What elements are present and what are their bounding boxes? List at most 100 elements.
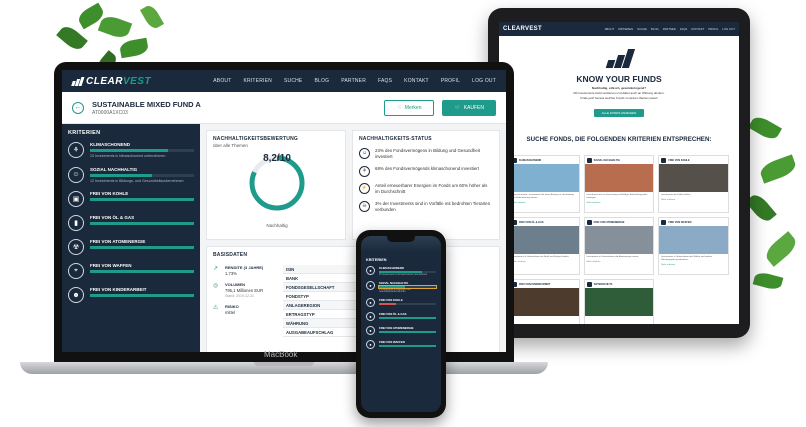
phone-criteria-icon: ● xyxy=(366,281,375,290)
phone-criteria-bar xyxy=(379,345,436,347)
criteria-card[interactable]: SOZIAL NACHHALTIG Investments die zur Err… xyxy=(583,155,655,213)
tablet-nav-item[interactable]: KONTAKT xyxy=(691,27,704,31)
phone-criteria-item[interactable]: ● SOZIAL NACHHALTIG 3 Investments in Bildu… xyxy=(361,281,441,293)
card-more-link[interactable]: Mehr erfahren xyxy=(659,199,728,201)
card-more-link[interactable]: Mehr erfahren xyxy=(585,202,654,204)
criteria-name: KLIMASCHONEND xyxy=(90,142,130,147)
criteria-card[interactable]: FREI VON ATOMENERGIE Investments in Unter… xyxy=(583,217,655,275)
rating-value: 8,2/10 xyxy=(263,153,291,164)
tablet-nav-item[interactable]: FAQS xyxy=(680,27,687,31)
card-header: FREI VON KINDERARBEIT xyxy=(510,280,579,288)
tablet-nav-item[interactable]: BLOG xyxy=(651,27,659,31)
phone-criteria-body: FREI VON WAFFEN xyxy=(379,340,436,349)
card-text xyxy=(510,316,579,320)
card-text xyxy=(585,316,654,320)
criteria-card[interactable]: ARTENSCHUTZ xyxy=(583,279,655,324)
criteria-card[interactable]: FREI VON KOHLE Investments die Kohle förd… xyxy=(658,155,729,213)
criteria-body: FREI VON KOHLE xyxy=(90,191,194,207)
criteria-card[interactable]: FREI VON ÖL & GAS Investments in Unterneh… xyxy=(509,217,580,275)
show-all-funds-button[interactable]: ALLE FONDS ANZEIGEN xyxy=(593,108,645,117)
laptop-navbar: CLEARVEST ABOUT KRITERIEN SUCHE BLOG PARTNER… xyxy=(62,70,506,92)
phone-device: KRITERIEN ● KLIMASCHONEND 23 Investments i… xyxy=(356,230,446,418)
criteria-item[interactable]: ☺ SOZIAL NACHHALTIG 12 Investments in Bild… xyxy=(68,166,194,184)
criteria-item[interactable]: ☻ FREI VON KINDERARBEIT xyxy=(68,287,194,304)
hero-title: KNOW YOUR FUNDS xyxy=(576,74,662,84)
card-title: FREI VON ATOMENERGIE xyxy=(593,220,625,224)
phone-criteria-item[interactable]: ● KLIMASCHONEND 23 Investments in klimasch… xyxy=(361,266,441,276)
nav-item[interactable]: FAQS xyxy=(378,78,392,84)
basis-value: 795,1 Millionen EUR xyxy=(225,288,264,293)
status-list: ☺ 23% des Fondsvermögens in Bildung und G… xyxy=(359,148,493,213)
tablet-nav-item[interactable]: LOG OUT xyxy=(722,27,735,31)
rating-heading: NACHHALTIGKEITSBEWERTUNG xyxy=(213,136,298,142)
card-title: FREI VON ÖL & GAS xyxy=(519,220,544,224)
criteria-name: FREI VON ÖL & GAS xyxy=(90,215,135,221)
phone-criteria-item[interactable]: ● FREI VON ATOMENERGIE xyxy=(361,326,441,335)
criteria-card[interactable]: FREI VON WAFFEN Investments in Unternehme… xyxy=(658,217,729,275)
card-more-link[interactable]: Mehr erfahren xyxy=(510,261,579,263)
buy-button[interactable]: 🛒 KAUFEN xyxy=(442,99,496,116)
status-text: Anteil erneuerbarer Energien im Fonds um… xyxy=(375,182,488,194)
watch-button[interactable]: ♡ Merken xyxy=(384,99,435,116)
criteria-item[interactable]: ⚘ KLIMASCHONEND 23 Investments in klimasch… xyxy=(68,142,194,159)
tablet-nav-item[interactable]: KRITERIEN xyxy=(618,27,633,31)
criteria-bar xyxy=(90,246,194,250)
phone-criteria-item[interactable]: ● FREI VON ÖL & GAS xyxy=(361,312,441,321)
basis-note: Stand: 2019-12-31 xyxy=(225,294,254,298)
criteria-item[interactable]: ▣ FREI VON KOHLE xyxy=(68,191,194,208)
criteria-item[interactable]: ▮ FREI VON ÖL & GAS xyxy=(68,215,194,232)
card-more-link[interactable]: Mehr erfahren xyxy=(585,261,654,263)
card-image xyxy=(584,226,654,254)
card-more-link[interactable]: Mehr erfahren xyxy=(659,264,728,266)
phone-criteria-bar xyxy=(379,271,436,273)
card-more-link[interactable]: Mehr erfahren xyxy=(510,202,579,204)
basis-label: RISIKO xyxy=(225,304,239,309)
card-icon xyxy=(586,219,592,225)
phone-criteria-body: KLIMASCHONEND 23 Investments in klimascho… xyxy=(379,266,436,276)
criteria-icon: ⌖ xyxy=(68,263,84,280)
tablet-logo[interactable]: CLEARVEST xyxy=(503,26,542,32)
nav-item[interactable]: LOG OUT xyxy=(472,78,496,84)
criteria-bar xyxy=(90,222,194,226)
criteria-card[interactable]: FREI VON KINDERARBEIT xyxy=(509,279,580,324)
phone-criteria-body: FREI VON ATOMENERGIE xyxy=(379,326,436,335)
criteria-bar xyxy=(90,294,194,298)
tablet-menu: ABOUT KRITERIEN SUCHE BLOG PARTNER FAQS KONTAK… xyxy=(605,27,735,31)
criteria-item[interactable]: ⌖ FREI VON WAFFEN xyxy=(68,263,194,280)
criteria-body: FREI VON WAFFEN xyxy=(90,263,194,279)
tablet-nav-item[interactable]: SUCHE xyxy=(637,27,647,31)
nav-item[interactable]: KONTAKT xyxy=(404,78,429,84)
criteria-bar xyxy=(90,270,194,274)
criteria-body: KLIMASCHONEND 23 Investments in klimascho… xyxy=(90,142,194,159)
rating-panel: NACHHALTIGKEITSBEWERTUNG über alle Theme… xyxy=(206,130,346,240)
clearvest-logo[interactable]: CLEARVEST xyxy=(71,76,151,87)
phone-criteria-desc: 23 Investments in klimaschonend unterneh… xyxy=(379,274,428,276)
nav-item[interactable]: PROFIL xyxy=(441,78,460,84)
nav-item[interactable]: SUCHE xyxy=(284,78,303,84)
card-title: FREI VON WAFFEN xyxy=(668,220,692,224)
card-image xyxy=(584,288,654,316)
criteria-item[interactable]: ☢ FREI VON ATOMENERGIE xyxy=(68,239,194,256)
basis-items: ↗ RENDITE (3 JAHRE) 1,73% ◎ VOLUMEN 795,1 Mil… xyxy=(213,265,275,321)
card-header: FREI VON WAFFEN xyxy=(659,218,728,226)
status-text: 23% des Fondsvermögens in Bildung und Ge… xyxy=(375,148,480,159)
tablet-nav-item[interactable]: PARTNER xyxy=(663,27,676,31)
card-image xyxy=(510,288,579,316)
phone-notch xyxy=(387,236,415,242)
back-arrow-icon[interactable]: ← xyxy=(72,101,84,114)
card-header: FREI VON ÖL & GAS xyxy=(510,218,579,226)
tablet-nav-item[interactable]: ABOUT xyxy=(605,27,615,31)
phone-criteria-item[interactable]: ● FREI VON WAFFEN xyxy=(361,340,441,349)
criteria-card[interactable]: KLIMASCHONEND Klimaschonend - Investments… xyxy=(509,155,580,213)
nav-item[interactable]: BLOG xyxy=(314,78,329,84)
nav-item[interactable]: KRITERIEN xyxy=(243,78,271,84)
nav-item[interactable]: PARTNER xyxy=(341,78,366,84)
criteria-sidebar: KRITERIEN ⚘ KLIMASCHONEND 23 Investments i… xyxy=(62,124,200,352)
criteria-name: SOZIAL NACHHALTIG xyxy=(90,166,138,172)
phone-criteria-body: FREI VON KOHLE xyxy=(379,298,436,307)
card-image xyxy=(659,226,728,254)
tablet-nav-item[interactable]: PROFIL xyxy=(708,27,718,31)
nav-item[interactable]: ABOUT xyxy=(213,78,231,84)
phone-criteria-bar xyxy=(379,303,436,305)
phone-criteria-item[interactable]: ● FREI VON KOHLE xyxy=(361,298,441,307)
